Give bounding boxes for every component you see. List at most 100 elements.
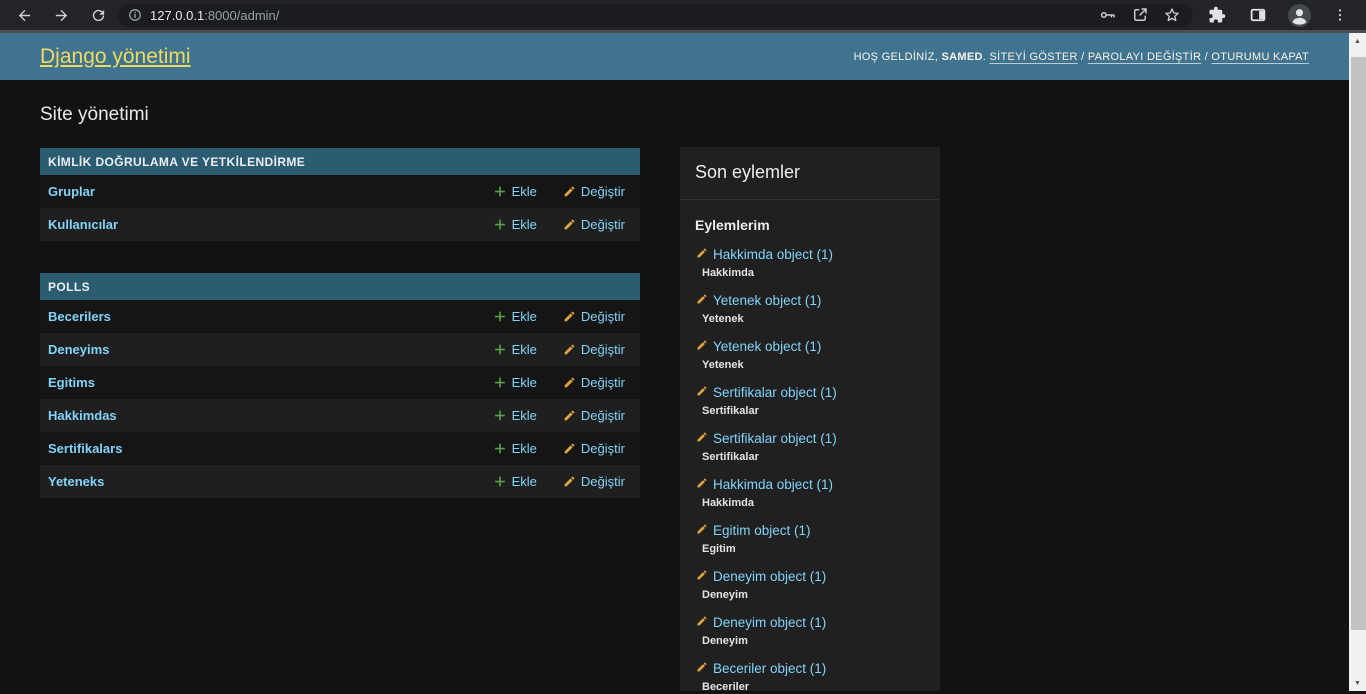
scrollbar-thumb[interactable] bbox=[1351, 57, 1366, 630]
add-label: Ekle bbox=[512, 309, 537, 324]
module-caption-link[interactable]: POLLS bbox=[48, 280, 90, 294]
scroll-down-arrow[interactable]: ▼ bbox=[1349, 675, 1366, 691]
model-link[interactable]: Egitims bbox=[48, 375, 95, 390]
add-link[interactable]: Ekle bbox=[494, 375, 537, 390]
add-link[interactable]: Ekle bbox=[494, 309, 537, 324]
add-plus-icon bbox=[494, 310, 507, 323]
model-link[interactable]: Sertifikalars bbox=[48, 441, 122, 456]
recent-action-item: Deneyim object (1) Deneyim bbox=[695, 568, 925, 602]
change-link[interactable]: Değiştir bbox=[563, 184, 625, 199]
add-link[interactable]: Ekle bbox=[494, 441, 537, 456]
add-label: Ekle bbox=[512, 184, 537, 199]
url-host: 127.0.0.1 bbox=[150, 8, 204, 23]
recent-action-type: Deneyim bbox=[702, 589, 925, 602]
view-site-link[interactable]: SİTEYİ GÖSTER bbox=[989, 51, 1077, 63]
profile-avatar[interactable] bbox=[1285, 1, 1313, 29]
changed-pencil-icon bbox=[696, 615, 708, 627]
recent-action-item: Deneyim object (1) Deneyim bbox=[695, 614, 925, 648]
scroll-up-arrow[interactable]: ▲ bbox=[1349, 33, 1366, 49]
add-label: Ekle bbox=[512, 217, 537, 232]
module-caption-link[interactable]: KİMLİK DOĞRULAMA VE YETKİLENDİRME bbox=[48, 155, 305, 169]
add-link[interactable]: Ekle bbox=[494, 474, 537, 489]
change-link[interactable]: Değiştir bbox=[563, 408, 625, 423]
address-bar[interactable]: 127.0.0.1:8000/admin/ bbox=[118, 4, 1193, 27]
recent-action-link[interactable]: Hakkimda object (1) bbox=[713, 477, 833, 493]
change-pencil-icon bbox=[563, 442, 576, 455]
add-plus-icon bbox=[494, 442, 507, 455]
kebab-menu-icon bbox=[1332, 7, 1348, 23]
recent-action-link[interactable]: Sertifikalar object (1) bbox=[713, 431, 837, 447]
extensions-button[interactable] bbox=[1203, 1, 1231, 29]
change-pencil-icon bbox=[563, 310, 576, 323]
change-label: Değiştir bbox=[581, 184, 625, 199]
site-info-icon[interactable] bbox=[128, 8, 142, 22]
share-icon[interactable] bbox=[1131, 6, 1149, 24]
model-link[interactable]: Hakkimdas bbox=[48, 408, 117, 423]
avatar-icon bbox=[1287, 3, 1312, 28]
change-password-link[interactable]: PAROLAYI DEĞİŞTİR bbox=[1088, 51, 1202, 63]
model-row: Hakkimdas Ekle Değiştir bbox=[40, 399, 640, 432]
back-button[interactable] bbox=[10, 1, 38, 29]
change-link[interactable]: Değiştir bbox=[563, 217, 625, 232]
change-link[interactable]: Değiştir bbox=[563, 441, 625, 456]
recent-action-item: Hakkimda object (1) Hakkimda bbox=[695, 476, 925, 510]
recent-action-link[interactable]: Yetenek object (1) bbox=[713, 293, 821, 309]
reload-icon bbox=[90, 7, 107, 24]
add-plus-icon bbox=[494, 376, 507, 389]
change-link[interactable]: Değiştir bbox=[563, 342, 625, 357]
recent-action-link[interactable]: Hakkimda object (1) bbox=[713, 247, 833, 263]
page-title: Site yönetimi bbox=[40, 104, 640, 126]
recent-action-link[interactable]: Deneyim object (1) bbox=[713, 615, 826, 631]
model-link[interactable]: Yeteneks bbox=[48, 474, 104, 489]
logout-link[interactable]: OTURUMU KAPAT bbox=[1211, 51, 1309, 63]
change-link[interactable]: Değiştir bbox=[563, 375, 625, 390]
model-link[interactable]: Gruplar bbox=[48, 184, 95, 199]
site-branding-link[interactable]: Django yönetimi bbox=[40, 45, 191, 69]
add-link[interactable]: Ekle bbox=[494, 184, 537, 199]
username: SAMED bbox=[942, 51, 983, 63]
model-link[interactable]: Kullanıcılar bbox=[48, 217, 118, 232]
change-link[interactable]: Değiştir bbox=[563, 474, 625, 489]
bookmark-star-icon[interactable] bbox=[1163, 6, 1181, 24]
browser-menu-button[interactable] bbox=[1326, 1, 1354, 29]
change-pencil-icon bbox=[563, 343, 576, 356]
changed-pencil-icon bbox=[696, 431, 708, 443]
recent-action-item: Sertifikalar object (1) Sertifikalar bbox=[695, 430, 925, 464]
add-label: Ekle bbox=[512, 474, 537, 489]
changed-pencil-icon bbox=[696, 293, 708, 305]
forward-button[interactable] bbox=[47, 1, 75, 29]
change-label: Değiştir bbox=[581, 309, 625, 324]
change-label: Değiştir bbox=[581, 474, 625, 489]
model-row: Egitims Ekle Değiştir bbox=[40, 366, 640, 399]
module-list: KİMLİK DOĞRULAMA VE YETKİLENDİRME Grupla… bbox=[40, 148, 640, 498]
content-area: Site yönetimi KİMLİK DOĞRULAMA VE YETKİL… bbox=[0, 80, 1349, 691]
recent-action-link[interactable]: Egitim object (1) bbox=[713, 523, 811, 539]
changed-pencil-icon bbox=[696, 339, 708, 351]
recent-action-link[interactable]: Deneyim object (1) bbox=[713, 569, 826, 585]
add-label: Ekle bbox=[512, 342, 537, 357]
model-row: Yeteneks Ekle Değiştir bbox=[40, 465, 640, 498]
recent-action-link[interactable]: Sertifikalar object (1) bbox=[713, 385, 837, 401]
add-link[interactable]: Ekle bbox=[494, 408, 537, 423]
url-text[interactable]: 127.0.0.1:8000/admin/ bbox=[150, 8, 1099, 23]
add-link[interactable]: Ekle bbox=[494, 217, 537, 232]
reload-button[interactable] bbox=[84, 1, 112, 29]
add-label: Ekle bbox=[512, 441, 537, 456]
change-link[interactable]: Değiştir bbox=[563, 309, 625, 324]
recent-action-item: Sertifikalar object (1) Sertifikalar bbox=[695, 384, 925, 418]
recent-action-link[interactable]: Beceriler object (1) bbox=[713, 661, 826, 677]
recent-action-type: Beceriler bbox=[702, 681, 925, 694]
recent-action-type: Deneyim bbox=[702, 635, 925, 648]
page-scrollbar[interactable]: ▲ ▼ bbox=[1349, 33, 1366, 691]
model-link[interactable]: Deneyims bbox=[48, 342, 109, 357]
add-link[interactable]: Ekle bbox=[494, 342, 537, 357]
app-module: POLLS Becerilers Ekle Değiştir Deneyims … bbox=[40, 273, 640, 498]
model-row: Becerilers Ekle Değiştir bbox=[40, 300, 640, 333]
changed-pencil-icon bbox=[696, 477, 708, 489]
password-key-icon[interactable] bbox=[1099, 6, 1117, 24]
recent-action-type: Hakkimda bbox=[702, 497, 925, 510]
recent-action-link[interactable]: Yetenek object (1) bbox=[713, 339, 821, 355]
model-link[interactable]: Becerilers bbox=[48, 309, 111, 324]
side-panel-button[interactable] bbox=[1244, 1, 1272, 29]
side-panel-icon bbox=[1249, 6, 1267, 24]
